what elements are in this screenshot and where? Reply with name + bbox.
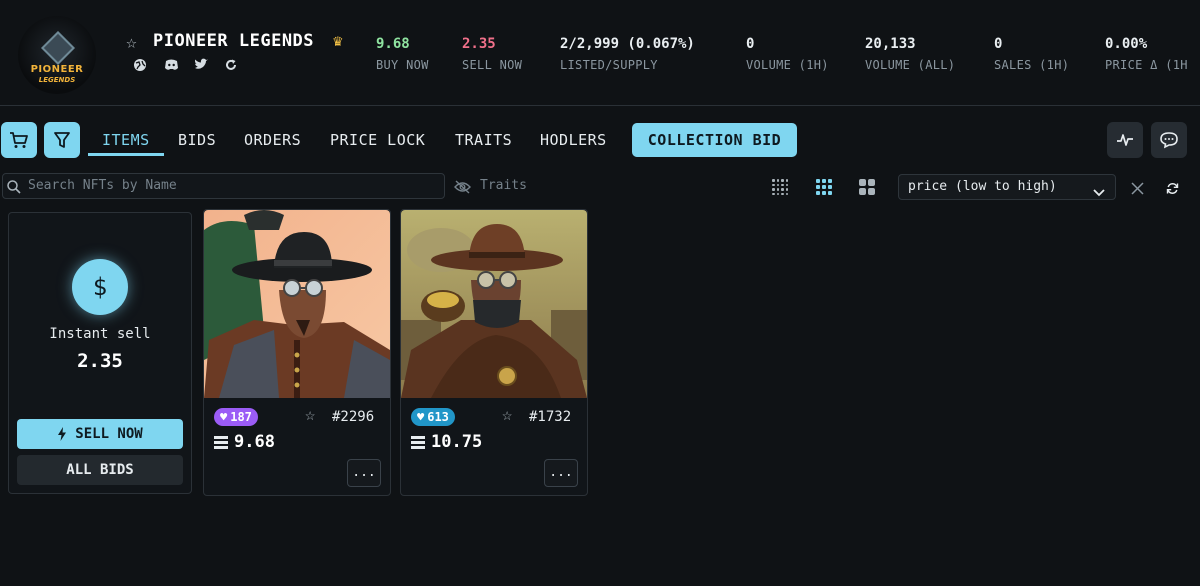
tab-orders[interactable]: ORDERS	[244, 131, 301, 149]
nft-card[interactable]: ♥ 187 ☆ #2296 9.68 ...	[203, 209, 391, 496]
filter-icon	[54, 132, 70, 148]
grid-small-icon[interactable]	[772, 179, 788, 195]
stat-volume-all-value: 20,133	[865, 36, 916, 52]
rarity-badge: ♥ 187	[214, 408, 258, 426]
favorite-star-icon[interactable]: ☆	[305, 405, 315, 425]
stat-volume-1h-label: VOLUME (1H)	[746, 58, 829, 72]
chat-icon	[1160, 132, 1178, 149]
rarity-rank: 187	[230, 410, 252, 424]
grid-medium-icon[interactable]	[816, 179, 832, 195]
nft-price-value: 9.68	[234, 432, 275, 452]
instant-sell-title: Instant sell	[49, 326, 151, 342]
stat-sales-1h-label: SALES (1H)	[994, 58, 1070, 72]
stat-volume-1h-value: 0	[746, 36, 755, 52]
instant-sell-value: 2.35	[77, 350, 123, 372]
cart-button[interactable]	[1, 122, 37, 158]
nft-price: 9.68	[214, 432, 275, 452]
stat-listed-label: LISTED/SUPPLY	[560, 58, 658, 72]
solana-icon	[214, 435, 228, 449]
nft-card[interactable]: ♥ 613 ☆ #1732 10.75 ...	[400, 209, 588, 496]
collection-bid-button[interactable]: COLLECTION BID	[632, 123, 797, 157]
stat-price-change-label: PRICE Δ (1H	[1105, 58, 1188, 72]
nft-price-value: 10.75	[431, 432, 483, 452]
stat-sales-1h-value: 0	[994, 36, 1003, 52]
active-tab-indicator	[88, 153, 164, 156]
tab-traits[interactable]: TRAITS	[455, 131, 512, 149]
stat-buy-now-label: BUY NOW	[376, 58, 429, 72]
stat-sell-now-label: SELL NOW	[462, 58, 523, 72]
grid-large-icon[interactable]	[859, 179, 875, 195]
stat-volume-all-label: VOLUME (ALL)	[865, 58, 956, 72]
activity-icon	[1117, 134, 1133, 146]
heart-icon: ♥	[417, 410, 425, 424]
website-icon[interactable]	[133, 58, 147, 72]
sort-selected-value: price (low to high)	[908, 179, 1057, 194]
chevron-down-icon	[1093, 182, 1105, 201]
heart-icon: ♥	[220, 410, 228, 424]
discord-icon[interactable]	[164, 58, 178, 72]
sell-now-label: SELL NOW	[75, 426, 143, 442]
stat-sell-now-value: 2.35	[462, 36, 496, 52]
nft-id: #1732	[529, 409, 572, 425]
tab-price-lock[interactable]: PRICE LOCK	[330, 131, 425, 149]
collection-title: PIONEER LEGENDS	[153, 31, 315, 51]
collection-logo: PIONEER LEGENDS	[18, 16, 96, 94]
search-icon	[7, 179, 21, 198]
logo-emblem	[41, 31, 75, 65]
activity-button[interactable]	[1107, 122, 1143, 158]
favorite-star-icon[interactable]: ☆	[126, 32, 137, 53]
rarity-badge: ♥ 613	[411, 408, 455, 426]
crown-icon: ♛	[333, 31, 343, 50]
clear-icon[interactable]	[1131, 180, 1144, 199]
dollar-icon: $	[72, 259, 128, 315]
refresh-icon[interactable]	[224, 58, 238, 72]
filter-button[interactable]	[44, 122, 80, 158]
traits-toggle[interactable]: Traits	[480, 178, 527, 193]
rarity-rank: 613	[427, 410, 449, 424]
more-options-button[interactable]: ...	[347, 459, 381, 487]
tab-items[interactable]: ITEMS	[102, 131, 150, 149]
cart-icon	[10, 132, 28, 148]
nft-id: #2296	[332, 409, 375, 425]
chat-button[interactable]	[1151, 122, 1187, 158]
favorite-star-icon[interactable]: ☆	[502, 405, 512, 425]
logo-text: PIONEER	[30, 64, 84, 75]
twitter-icon[interactable]	[194, 58, 208, 72]
sell-now-button[interactable]: SELL NOW	[17, 419, 183, 449]
nft-image[interactable]	[204, 210, 390, 398]
stat-price-change-value: 0.00%	[1105, 36, 1148, 52]
logo-subtext: LEGENDS	[38, 76, 76, 84]
eye-off-icon[interactable]	[454, 179, 471, 198]
all-bids-button[interactable]: ALL BIDS	[17, 455, 183, 485]
collection-header: PIONEER LEGENDS ☆ PIONEER LEGENDS ♛ 9.68…	[0, 0, 1200, 106]
stat-listed-value: 2/2,999 (0.067%)	[560, 36, 695, 52]
solana-icon	[411, 435, 425, 449]
nft-price: 10.75	[411, 432, 482, 452]
stat-buy-now-value: 9.68	[376, 36, 410, 52]
lightning-icon	[58, 427, 67, 441]
more-options-button[interactable]: ...	[544, 459, 578, 487]
tab-bids[interactable]: BIDS	[178, 131, 216, 149]
nft-image[interactable]	[401, 210, 587, 398]
search-placeholder: Search NFTs by Name	[28, 178, 177, 193]
reload-icon[interactable]	[1166, 180, 1179, 199]
tab-hodlers[interactable]: HODLERS	[540, 131, 607, 149]
